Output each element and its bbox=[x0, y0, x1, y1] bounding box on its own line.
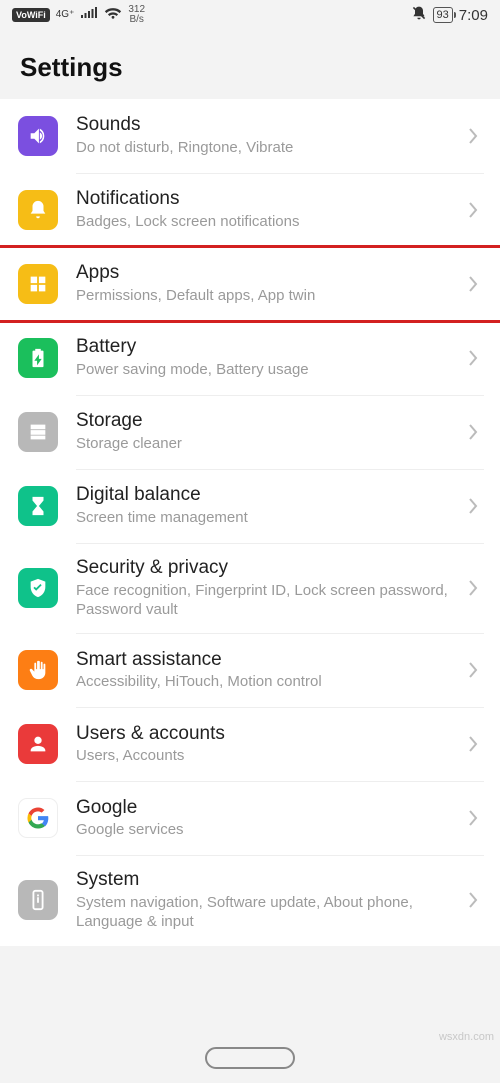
row-body: Apps Permissions, Default apps, App twin bbox=[76, 262, 468, 306]
row-title: Battery bbox=[76, 336, 460, 359]
status-left: VoWiFi 4G⁺ 312 B/s bbox=[12, 5, 145, 25]
apps-icon bbox=[18, 264, 58, 304]
storage-icon bbox=[18, 412, 58, 452]
user-icon bbox=[18, 724, 58, 764]
hourglass-icon bbox=[18, 486, 58, 526]
row-title: Notifications bbox=[76, 188, 460, 211]
settings-screen: { "status": { "vowifi": "VoWiFi", "netge… bbox=[0, 0, 500, 1083]
row-title: Smart assistance bbox=[76, 649, 460, 672]
row-title: Users & accounts bbox=[76, 723, 460, 746]
row-sub: Users, Accounts bbox=[76, 747, 460, 766]
row-sub: System navigation, Software update, Abou… bbox=[76, 894, 460, 932]
row-apps[interactable]: Apps Permissions, Default apps, App twin bbox=[0, 247, 500, 321]
row-users-accounts[interactable]: Users & accounts Users, Accounts bbox=[0, 707, 500, 781]
row-title: Security & privacy bbox=[76, 557, 460, 580]
row-body: System System navigation, Software updat… bbox=[76, 869, 468, 931]
battery-indicator: 93 bbox=[433, 7, 453, 23]
chevron-right-icon bbox=[468, 424, 484, 440]
row-title: Sounds bbox=[76, 114, 460, 137]
chevron-right-icon bbox=[468, 662, 484, 678]
row-body: Digital balance Screen time management bbox=[76, 484, 468, 528]
row-title: Digital balance bbox=[76, 484, 460, 507]
row-body: Smart assistance Accessibility, HiTouch,… bbox=[76, 649, 468, 693]
row-security[interactable]: Security & privacy Face recognition, Fin… bbox=[0, 543, 500, 633]
chevron-right-icon bbox=[468, 498, 484, 514]
row-notifications[interactable]: Notifications Badges, Lock screen notifi… bbox=[0, 173, 500, 247]
page-title: Settings bbox=[20, 52, 480, 83]
row-body: Google Google services bbox=[76, 797, 468, 841]
row-google[interactable]: Google Google services bbox=[0, 781, 500, 855]
chevron-right-icon bbox=[468, 736, 484, 752]
mute-icon bbox=[411, 5, 427, 26]
row-sub: Storage cleaner bbox=[76, 435, 460, 454]
net-speed: 312 B/s bbox=[128, 5, 145, 25]
network-gen: 4G⁺ bbox=[56, 10, 75, 20]
row-digital-balance[interactable]: Digital balance Screen time management bbox=[0, 469, 500, 543]
sound-icon bbox=[18, 116, 58, 156]
google-icon bbox=[18, 798, 58, 838]
row-title: Storage bbox=[76, 410, 460, 433]
row-sounds[interactable]: Sounds Do not disturb, Ringtone, Vibrate bbox=[0, 99, 500, 173]
battery-icon bbox=[18, 338, 58, 378]
row-smart-assist[interactable]: Smart assistance Accessibility, HiTouch,… bbox=[0, 633, 500, 707]
row-sub: Accessibility, HiTouch, Motion control bbox=[76, 673, 460, 692]
row-title: Apps bbox=[76, 262, 460, 285]
row-body: Notifications Badges, Lock screen notifi… bbox=[76, 188, 468, 232]
chevron-right-icon bbox=[468, 350, 484, 366]
chevron-right-icon bbox=[468, 810, 484, 826]
row-battery[interactable]: Battery Power saving mode, Battery usage bbox=[0, 321, 500, 395]
clock: 7:09 bbox=[459, 7, 488, 24]
status-right: 93 7:09 bbox=[411, 5, 488, 26]
phone-info-icon bbox=[18, 880, 58, 920]
row-sub: Google services bbox=[76, 821, 460, 840]
row-body: Users & accounts Users, Accounts bbox=[76, 723, 468, 767]
shield-icon bbox=[18, 568, 58, 608]
net-speed-unit: B/s bbox=[129, 15, 143, 25]
row-title: Google bbox=[76, 797, 460, 820]
row-sub: Face recognition, Fingerprint ID, Lock s… bbox=[76, 582, 460, 620]
row-system[interactable]: System System navigation, Software updat… bbox=[0, 855, 500, 945]
page-header: Settings bbox=[0, 30, 500, 99]
row-storage[interactable]: Storage Storage cleaner bbox=[0, 395, 500, 469]
row-body: Battery Power saving mode, Battery usage bbox=[76, 336, 468, 380]
row-sub: Do not disturb, Ringtone, Vibrate bbox=[76, 139, 460, 158]
bell-icon bbox=[18, 190, 58, 230]
wifi-icon bbox=[104, 6, 122, 24]
row-title: System bbox=[76, 869, 460, 892]
chevron-right-icon bbox=[468, 892, 484, 908]
hand-icon bbox=[18, 650, 58, 690]
row-body: Sounds Do not disturb, Ringtone, Vibrate bbox=[76, 114, 468, 158]
cell-signal-icon bbox=[80, 6, 98, 24]
chevron-right-icon bbox=[468, 202, 484, 218]
chevron-right-icon bbox=[468, 580, 484, 596]
row-sub: Screen time management bbox=[76, 509, 460, 528]
chevron-right-icon bbox=[468, 276, 484, 292]
chevron-right-icon bbox=[468, 128, 484, 144]
row-body: Storage Storage cleaner bbox=[76, 410, 468, 454]
vowifi-badge: VoWiFi bbox=[12, 8, 50, 22]
row-sub: Permissions, Default apps, App twin bbox=[76, 287, 460, 306]
status-bar: VoWiFi 4G⁺ 312 B/s 93 7:09 bbox=[0, 0, 500, 30]
row-sub: Badges, Lock screen notifications bbox=[76, 213, 460, 232]
row-sub: Power saving mode, Battery usage bbox=[76, 361, 460, 380]
settings-list[interactable]: Sounds Do not disturb, Ringtone, Vibrate… bbox=[0, 99, 500, 946]
nav-pill[interactable] bbox=[205, 1047, 295, 1069]
watermark: wsxdn.com bbox=[439, 1031, 494, 1043]
row-body: Security & privacy Face recognition, Fin… bbox=[76, 557, 468, 619]
